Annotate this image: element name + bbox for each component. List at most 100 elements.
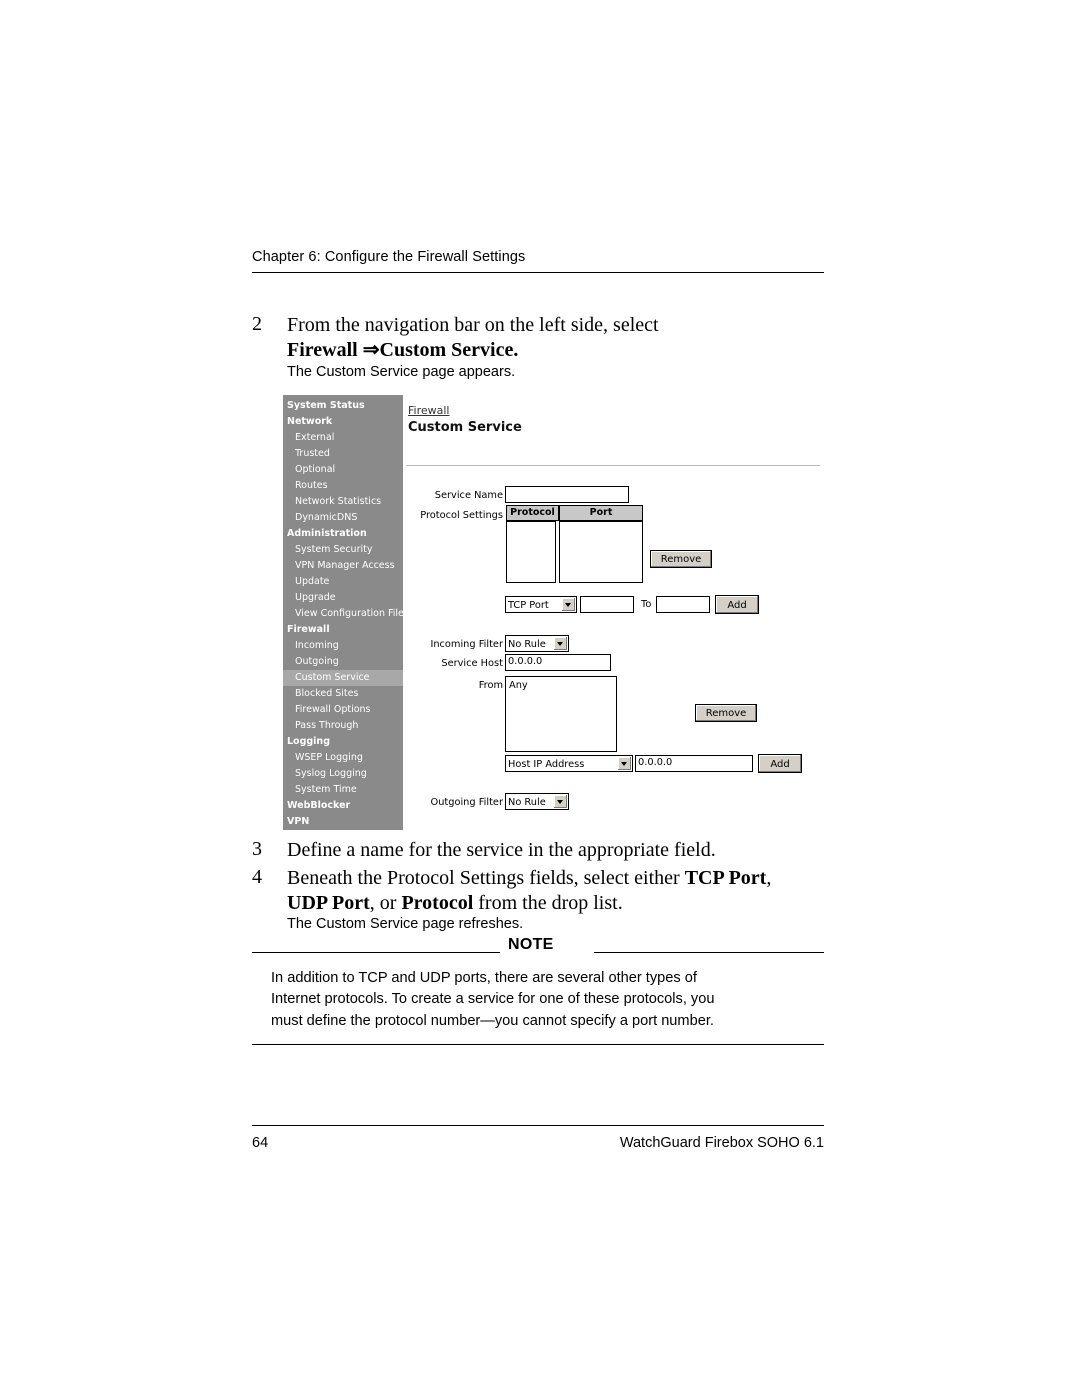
chevron-down-icon[interactable] [562,598,575,611]
step-4-text-end: from the drop list. [473,892,623,914]
nav-item-wsep-logging[interactable]: WSEP Logging [283,750,403,766]
host-type-select[interactable]: Host IP Address [505,755,633,772]
step-2-line1: From the navigation bar on the left side… [287,314,659,336]
nav-item-update[interactable]: Update [283,574,403,590]
port-from-input[interactable] [580,596,634,613]
host-type-value: Host IP Address [508,759,585,770]
incoming-filter-label: Incoming Filter [430,639,503,650]
step-3-number: 3 [252,838,262,860]
custom-service-screenshot: System Status Network External Trusted O… [283,395,823,830]
step-4-number: 4 [252,866,262,888]
step-4-text-c: , [766,867,772,889]
nav-item-logging[interactable]: Logging [283,734,403,750]
from-list-item[interactable]: Any [509,680,528,691]
protocol-column-header: Protocol [506,505,559,521]
outgoing-filter-value: No Rule [508,797,546,808]
port-to-input[interactable] [656,596,710,613]
remove-protocol-button[interactable]: Remove [650,550,712,568]
service-name-input[interactable] [505,486,629,503]
nav-item-incoming[interactable]: Incoming [283,638,403,654]
header-divider [252,272,824,273]
document-page: Chapter 6: Configure the Firewall Settin… [0,0,1080,1397]
step-2-number: 2 [252,313,262,335]
breadcrumb[interactable]: Firewall [408,404,449,417]
from-label: From [478,680,503,691]
step-2-arrow-icon: ⇒ [362,339,380,361]
step-4-line2: UDP Port, or Protocol from the drop list… [287,891,847,916]
nav-item-administration[interactable]: Administration [283,526,403,542]
step-3-line1: Define a name for the service in the app… [287,839,716,861]
add-protocol-button[interactable]: Add [715,595,759,614]
nav-item-blocked-sites[interactable]: Blocked Sites [283,686,403,702]
port-list[interactable] [559,521,643,583]
step-4-line1: Beneath the Protocol Settings fields, se… [287,866,847,891]
nav-item-webblocker[interactable]: WebBlocker [283,798,403,814]
page-number: 64 [252,1135,269,1151]
chevron-down-icon[interactable] [554,795,567,808]
nav-item-custom-service[interactable]: Custom Service [283,670,403,686]
port-type-select[interactable]: TCP Port [505,596,577,613]
protocol-settings-label: Protocol Settings [420,510,503,521]
step-2-line2: Firewall ⇒Custom Service. [287,338,827,363]
port-column-header: Port [559,505,643,521]
step-4-text-or: , or [369,892,402,914]
note-divider-right [594,952,824,953]
service-host-label: Service Host [441,658,503,669]
nav-item-vpn[interactable]: VPN [283,814,403,830]
title-divider [406,465,820,466]
incoming-filter-select[interactable]: No Rule [505,635,569,652]
nav-item-external[interactable]: External [283,430,403,446]
service-name-label: Service Name [434,490,503,501]
step-2-bold-custom-service: Custom Service [379,339,514,361]
nav-item-trusted[interactable]: Trusted [283,446,403,462]
add-from-button[interactable]: Add [758,754,802,773]
chevron-down-icon[interactable] [554,637,567,650]
step-4-bold-tcp-port: TCP Port [684,867,767,889]
footer-divider [252,1125,824,1126]
nav-item-view-configuration-file[interactable]: View Configuration File [283,606,404,622]
screenshot-content-pane: Firewall Custom Service Service Name Pro… [403,395,823,830]
step-4-text-a: Beneath the Protocol Settings fields, se… [287,867,685,889]
chapter-header: Chapter 6: Configure the Firewall Settin… [252,249,526,265]
note-divider-left [252,952,500,953]
note-label: NOTE [508,936,554,953]
footer-product-name: WatchGuard Firebox SOHO 6.1 [619,1135,824,1151]
note-line-3: must define the protocol number—you cann… [271,1013,714,1029]
nav-item-syslog-logging[interactable]: Syslog Logging [283,766,403,782]
nav-item-optional[interactable]: Optional [283,462,403,478]
step-4-subnote: The Custom Service page refreshes. [287,916,524,932]
chevron-down-icon[interactable] [618,757,631,770]
screenshot-navigation-bar[interactable]: System Status Network External Trusted O… [283,395,404,830]
nav-item-network-statistics[interactable]: Network Statistics [283,494,403,510]
nav-item-pass-through[interactable]: Pass Through [283,718,403,734]
nav-item-system-security[interactable]: System Security [283,542,403,558]
nav-item-upgrade[interactable]: Upgrade [283,590,403,606]
step-2-period: . [513,339,519,361]
host-ip-input[interactable]: 0.0.0.0 [635,755,753,772]
step-2-subnote: The Custom Service page appears. [287,364,516,380]
note-divider-bottom [252,1044,824,1045]
remove-from-button[interactable]: Remove [695,704,757,722]
nav-item-system-status[interactable]: System Status [283,398,403,414]
nav-item-network[interactable]: Network [283,414,403,430]
outgoing-filter-select[interactable]: No Rule [505,793,569,810]
nav-item-outgoing[interactable]: Outgoing [283,654,403,670]
port-type-value: TCP Port [508,600,549,611]
service-host-input[interactable]: 0.0.0.0 [505,654,611,671]
outgoing-filter-label: Outgoing Filter [430,797,503,808]
step-2-bold-firewall: Firewall [287,339,363,361]
note-line-1: In addition to TCP and UDP ports, there … [271,970,697,986]
note-line-2: Internet protocols. To create a service … [271,991,715,1007]
nav-item-dynamic-dns[interactable]: DynamicDNS [283,510,403,526]
nav-item-vpn-manager-access[interactable]: VPN Manager Access [283,558,403,574]
incoming-filter-value: No Rule [508,639,546,650]
step-4-bold-udp-port: UDP Port [287,892,370,914]
nav-item-firewall[interactable]: Firewall [283,622,403,638]
page-title: Custom Service [408,420,522,435]
step-4-bold-protocol: Protocol [401,892,474,914]
nav-item-routes[interactable]: Routes [283,478,403,494]
nav-item-system-time[interactable]: System Time [283,782,403,798]
nav-item-firewall-options[interactable]: Firewall Options [283,702,403,718]
protocol-list[interactable] [506,521,556,583]
port-to-label: To [641,599,652,610]
